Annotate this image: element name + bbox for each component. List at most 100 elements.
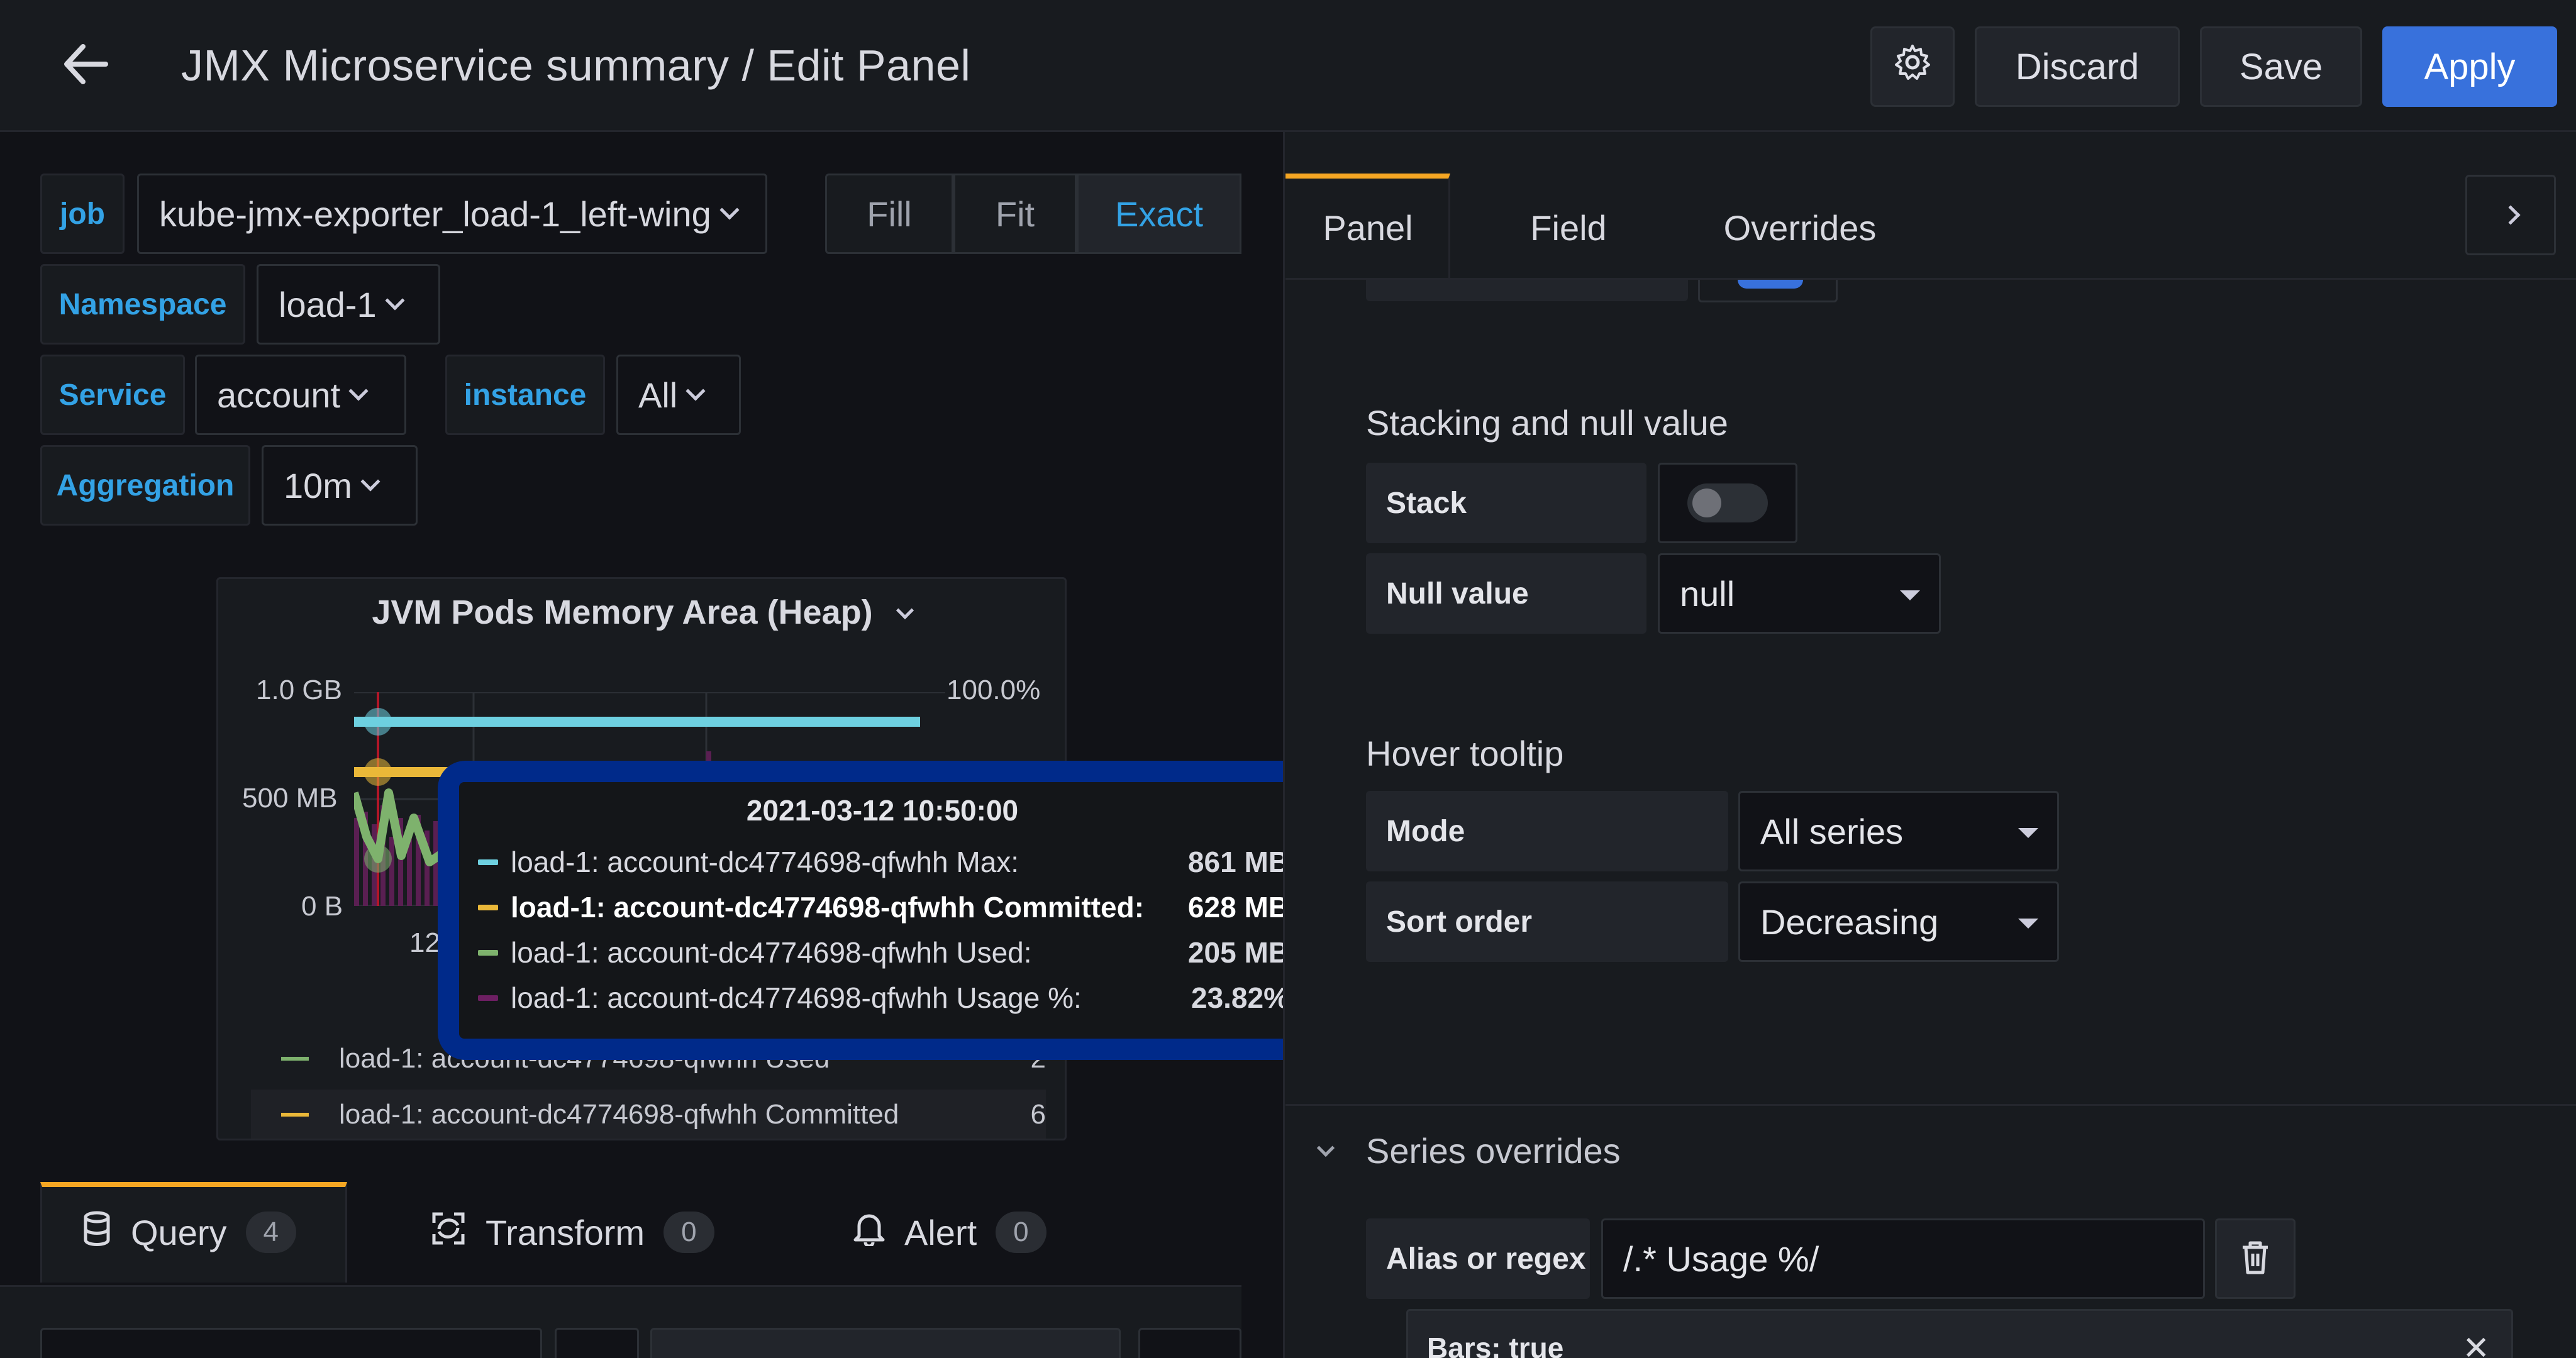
service-variable-select[interactable]: account (195, 355, 406, 435)
legend-swatch (281, 1113, 309, 1117)
datasource-picker[interactable] (40, 1328, 542, 1358)
chevron-down-icon (360, 472, 380, 492)
instance-variable-select[interactable]: All (616, 355, 741, 435)
namespace-variable-label: Namespace (40, 264, 245, 345)
caret-down-icon (2018, 828, 2038, 838)
chevron-right-icon (2501, 205, 2521, 225)
stacking-section-title: Stacking and null value (1366, 403, 1728, 443)
tab-query-label: Query (131, 1212, 227, 1252)
tooltip-time: 2021-03-12 10:50:00 (746, 794, 1019, 827)
series-color-swatch (478, 949, 498, 956)
query-options-field[interactable] (650, 1328, 1121, 1358)
caret-down-icon (1900, 590, 1920, 600)
tooltip-series-value: 23.82% (1191, 981, 1289, 1014)
stack-toggle[interactable] (1658, 463, 1797, 543)
service-variable-value: account (217, 375, 341, 415)
close-icon[interactable]: ✕ (2462, 1332, 2490, 1358)
null-value-label: Null value (1366, 553, 1646, 634)
sort-order-label: Sort order (1366, 881, 1728, 962)
legend-value: 6 (1030, 1099, 1046, 1130)
instance-variable-label: instance (445, 355, 605, 435)
query-inspector-button[interactable] (1138, 1328, 1241, 1358)
legend-label: load-1: account-dc4774698-qfwhh Committe… (339, 1099, 899, 1130)
mode-label: Mode (1366, 791, 1728, 871)
panel-title-text: JVM Pods Memory Area (Heap) (372, 593, 873, 631)
alias-regex-input[interactable]: /.* Usage %/ (1601, 1218, 2205, 1299)
panel-title[interactable]: JVM Pods Memory Area (Heap) (218, 593, 1065, 632)
tooltip-series-label: load-1: account-dc4774698-qfwhh Usage %: (511, 981, 1082, 1014)
aggregation-variable-label: Aggregation (40, 445, 250, 526)
hover-tooltip-section-title: Hover tooltip (1366, 734, 1564, 773)
chevron-down-icon (719, 200, 740, 220)
save-button[interactable]: Save (2200, 26, 2362, 107)
tab-query-count: 4 (245, 1212, 296, 1253)
tab-query-content: Query 4 (82, 1182, 296, 1283)
tab-alert[interactable]: Alert 0 (853, 1182, 1046, 1283)
sort-order-selected: Decreasing (1760, 902, 1939, 942)
legend-swatch (281, 1057, 309, 1061)
transform-icon (430, 1210, 467, 1255)
null-value-select[interactable]: null (1658, 553, 1941, 634)
caret-down-icon (2018, 919, 2038, 929)
option-label-partial (1366, 280, 1688, 301)
graph-tooltip: 2021-03-12 10:50:00 load-1: account-dc47… (459, 782, 1306, 1039)
tooltip-row: load-1: account-dc4774698-qfwhh Usage %:… (478, 976, 1289, 1020)
query-options-button[interactable] (555, 1328, 639, 1358)
tooltip-mode-selected: All series (1760, 811, 1904, 851)
service-variable-label: Service (40, 355, 185, 435)
tooltip-series-label: load-1: account-dc4774698-qfwhh Used: (511, 936, 1032, 969)
instance-variable-value: All (638, 375, 678, 415)
y-tick-label: 500 MB (242, 783, 338, 814)
tooltip-series-value: 861 MB (1187, 846, 1289, 878)
chevron-down-icon[interactable] (1316, 1139, 1335, 1157)
back-arrow-icon[interactable] (60, 39, 111, 89)
stack-label: Stack (1366, 463, 1646, 543)
apply-button[interactable]: Apply (2382, 26, 2557, 107)
database-icon (82, 1211, 112, 1254)
tab-transform-label: Transform (486, 1212, 645, 1252)
tooltip-series-label: load-1: account-dc4774698-qfwhh Max: (511, 846, 1019, 878)
namespace-variable-select[interactable]: load-1 (257, 264, 440, 345)
tab-transform-count: 0 (663, 1212, 714, 1253)
discard-button[interactable]: Discard (1975, 26, 2180, 107)
legend-item[interactable]: load-1: account-dc4774698-qfwhh Committe… (251, 1090, 1046, 1139)
y-tick-label: 1.0 GB (256, 675, 342, 705)
view-mode-fill-button[interactable]: Fill (825, 174, 953, 254)
tab-alert-label: Alert (904, 1212, 977, 1252)
tooltip-row: load-1: account-dc4774698-qfwhh Max: 861… (478, 840, 1289, 884)
tooltip-row-highlighted: load-1: account-dc4774698-qfwhh Committe… (478, 885, 1289, 929)
job-variable-select[interactable]: kube-jmx-exporter_load-1_left-wing (137, 174, 767, 254)
y-right-tick-label: 100.0% (947, 675, 1041, 705)
override-property-item[interactable]: Bars: true ✕ (1406, 1309, 2513, 1358)
namespace-variable-value: load-1 (279, 284, 377, 324)
tab-field[interactable]: Field (1494, 177, 1643, 278)
chevron-down-icon (686, 381, 706, 401)
view-mode-exact-button[interactable]: Exact (1077, 174, 1241, 254)
override-property-text: Bars: true (1427, 1332, 1564, 1358)
sort-order-select[interactable]: Decreasing (1738, 881, 2059, 962)
toggle-switch-off (1687, 483, 1768, 522)
series-color-swatch (478, 904, 498, 910)
delete-override-button[interactable] (2215, 1218, 2296, 1299)
tab-transform[interactable]: Transform 0 (430, 1182, 714, 1283)
view-mode-control: Fill Fit Exact (825, 174, 1241, 254)
tab-overrides[interactable]: Overrides (1687, 177, 1913, 278)
aggregation-variable-select[interactable]: 10m (262, 445, 418, 526)
series-color-swatch (478, 995, 498, 1001)
page-title: JMX Microservice summary / Edit Panel (181, 41, 971, 90)
chevron-down-icon (348, 381, 369, 401)
collapse-options-button[interactable] (2465, 175, 2556, 255)
toggle-partial[interactable] (1698, 280, 1838, 302)
x-tick-label: 12 (409, 927, 440, 958)
series-overrides-section-title[interactable]: Series overrides (1366, 1130, 1621, 1171)
tooltip-row: load-1: account-dc4774698-qfwhh Used: 20… (478, 930, 1289, 974)
null-value-selected: null (1680, 573, 1735, 614)
tooltip-mode-select[interactable]: All series (1738, 791, 2059, 871)
tooltip-series-value: 205 MB (1187, 936, 1289, 969)
series-color-swatch (478, 859, 498, 865)
tooltip-series-label: load-1: account-dc4774698-qfwhh Committe… (511, 891, 1145, 924)
panel-settings-button[interactable] (1870, 26, 1955, 107)
y-tick-label: 0 B (301, 891, 343, 922)
view-mode-fit-button[interactable]: Fit (953, 174, 1077, 254)
section-divider (1285, 1104, 2576, 1106)
